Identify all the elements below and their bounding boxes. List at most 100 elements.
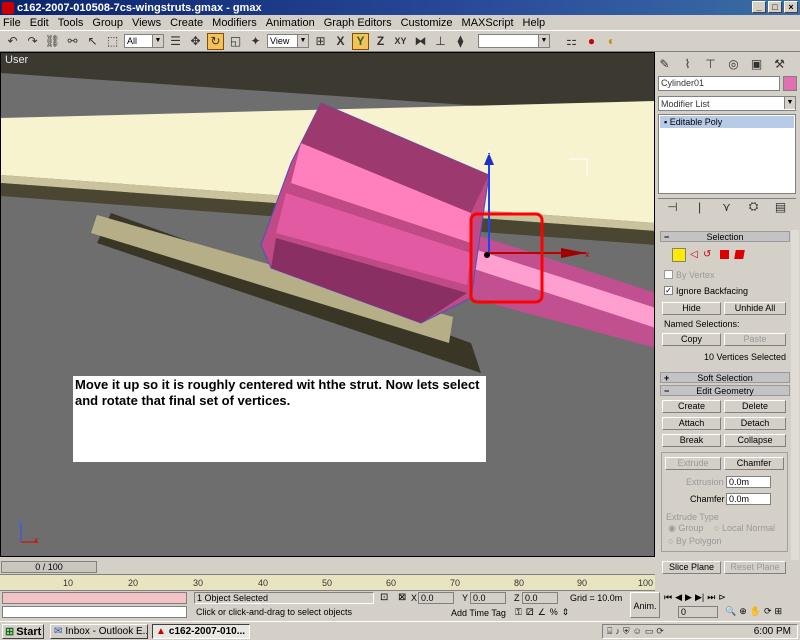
tray-icon-messenger[interactable]: ☺ [633, 626, 642, 637]
menu-group[interactable]: Group [92, 17, 123, 29]
go-to-start-icon[interactable]: ⏮ [664, 592, 672, 603]
reference-coord-dropdown[interactable]: View ▼ [267, 34, 309, 48]
selection-filter-dropdown[interactable]: All ▼ [124, 34, 164, 48]
named-selection-sets-dropdown[interactable]: ▼ [478, 34, 550, 48]
material-editor-icon[interactable]: ⚏ [563, 33, 580, 50]
key-mode-icon[interactable]: ⊳ [718, 592, 726, 603]
minimize-button[interactable]: _ [752, 1, 766, 13]
maxscript-output[interactable] [2, 606, 187, 618]
align-icon[interactable]: ⊥ [432, 33, 449, 50]
soft-selection-rollout-header[interactable]: + Soft Selection [660, 372, 790, 383]
unlink-icon[interactable]: ⚯ [64, 33, 81, 50]
modifier-list-dropdown[interactable]: Modifier List ▼ [658, 96, 796, 111]
previous-frame-icon[interactable]: ◀ [675, 592, 682, 603]
key-icon[interactable]: ⚿ [515, 607, 522, 618]
tray-icon-network[interactable]: ⌸ [607, 626, 612, 637]
move-icon[interactable]: ✥ [187, 33, 204, 50]
group-radio[interactable]: ◉ Group [668, 523, 703, 534]
tray-icon-security[interactable]: ⛨ [623, 626, 630, 637]
unhide-all-button[interactable]: Unhide All [724, 302, 786, 315]
tray-icon-display[interactable]: ▭ [645, 626, 654, 637]
region-select-icon[interactable]: ⬚ [104, 33, 121, 50]
show-end-result-icon[interactable]: | [691, 198, 708, 215]
z-coord-field[interactable]: 0.0 [522, 592, 558, 604]
play-icon[interactable]: ▶ [685, 592, 692, 603]
object-name-field[interactable]: Cylinder01 [658, 76, 780, 91]
border-subobject-icon[interactable]: ↺ [703, 249, 711, 260]
remove-modifier-icon[interactable]: ⛭ [745, 198, 762, 215]
pivot-center-icon[interactable]: ⊞ [312, 33, 329, 50]
restrict-z-icon[interactable]: Z [372, 33, 389, 50]
extrude-button[interactable]: Extrude [665, 457, 721, 470]
absolute-mode-icon[interactable]: ⊠ [398, 592, 406, 603]
polygon-subobject-icon[interactable] [720, 250, 729, 259]
utilities-tab-icon[interactable]: ⚒ [771, 55, 788, 72]
maximize-viewport-icon[interactable]: ⊞ [775, 606, 783, 617]
menu-help[interactable]: Help [523, 17, 546, 29]
copy-button[interactable]: Copy [662, 333, 721, 346]
mirror-icon[interactable]: ⧓ [412, 33, 429, 50]
select-by-name-icon[interactable]: ☰ [167, 33, 184, 50]
extrusion-spinner[interactable]: 0.0m [726, 476, 771, 488]
restrict-y-icon[interactable]: Y [352, 32, 369, 50]
tray-icon-volume[interactable]: ♪ [615, 626, 620, 637]
restrict-x-icon[interactable]: X [332, 33, 349, 50]
configure-sets-icon[interactable]: ▤ [772, 198, 789, 215]
gmax-app-icon[interactable] [2, 1, 14, 14]
element-subobject-icon[interactable] [734, 250, 745, 259]
undo-icon[interactable]: ↶ [4, 33, 21, 50]
chamfer-button[interactable]: Chamfer [724, 457, 784, 470]
angle-snap-icon[interactable]: ∠ [538, 607, 546, 618]
pan-icon[interactable]: ✋ [750, 606, 761, 617]
selection-rollout-header[interactable]: − Selection [660, 231, 790, 242]
modifier-stack[interactable]: ▪ Editable Poly [658, 114, 796, 194]
taskbar-item-outlook[interactable]: ✉ Inbox - Outlook E... [50, 624, 148, 639]
pin-stack-icon[interactable]: ⊣ [664, 198, 681, 215]
rotate-icon[interactable]: ↻ [207, 32, 224, 50]
quick-render-icon[interactable]: ◐ [603, 33, 620, 50]
local-normal-radio[interactable]: ○ Local Normal [714, 523, 775, 533]
menu-tools[interactable]: Tools [58, 17, 84, 29]
by-polygon-radio[interactable]: ○ By Polygon [668, 536, 721, 546]
start-button[interactable]: ⊞ Start [2, 624, 44, 639]
menu-customize[interactable]: Customize [401, 17, 453, 29]
menu-views[interactable]: Views [132, 17, 161, 29]
hide-button[interactable]: Hide [662, 302, 721, 315]
maxscript-listener-mini[interactable] [2, 592, 187, 604]
viewport-user[interactable]: User z x Move it up so it is roughly cen… [0, 52, 655, 557]
edit-geometry-rollout-header[interactable]: − Edit Geometry [660, 385, 790, 396]
command-panel-scrollbar[interactable] [791, 230, 799, 560]
attach-button[interactable]: Attach [662, 417, 721, 430]
collapse-button[interactable]: Collapse [724, 434, 786, 447]
redo-icon[interactable]: ↷ [24, 33, 41, 50]
menu-edit[interactable]: Edit [30, 17, 49, 29]
ignore-backfacing-checkbox[interactable]: ✓ [664, 286, 673, 295]
display-tab-icon[interactable]: ▣ [748, 55, 765, 72]
by-vertex-checkbox[interactable] [664, 270, 673, 279]
add-time-tag-button[interactable]: Add Time Tag [451, 608, 506, 618]
stack-item-editable-poly[interactable]: ▪ Editable Poly [660, 116, 794, 128]
clock[interactable]: 6:00 PM [754, 626, 791, 637]
reset-plane-button[interactable]: Reset Plane [724, 561, 786, 574]
link-icon[interactable]: ⛓ [44, 33, 61, 50]
track-bar[interactable]: 10 20 30 40 50 60 70 80 90 100 [0, 574, 655, 591]
time-slider[interactable]: 0 / 100 [0, 560, 655, 574]
modify-tab-icon[interactable]: ⌇ [679, 55, 696, 72]
select-object-icon[interactable]: ↖ [84, 33, 101, 50]
render-scene-icon[interactable]: ● [583, 33, 600, 50]
viewport-label[interactable]: User [5, 54, 28, 66]
x-coord-field[interactable]: 0.0 [418, 592, 454, 604]
make-unique-icon[interactable]: ⋎ [718, 198, 735, 215]
menu-graph-editors[interactable]: Graph Editors [324, 17, 392, 29]
slice-plane-button[interactable]: Slice Plane [662, 561, 721, 574]
arc-rotate-icon[interactable]: ⟳ [764, 606, 772, 617]
next-frame-icon[interactable]: ▶| [695, 592, 704, 603]
lock-selection-icon[interactable]: ⊡ [380, 592, 388, 603]
restrict-xy-icon[interactable]: XY [392, 33, 409, 50]
zoom-all-icon[interactable]: ⊕ [739, 606, 747, 617]
y-coord-field[interactable]: 0.0 [470, 592, 506, 604]
create-tab-icon[interactable]: ✎ [656, 55, 673, 72]
hierarchy-tab-icon[interactable]: ⊤ [702, 55, 719, 72]
menu-modifiers[interactable]: Modifiers [212, 17, 257, 29]
percent-snap-icon[interactable]: % [550, 607, 558, 618]
